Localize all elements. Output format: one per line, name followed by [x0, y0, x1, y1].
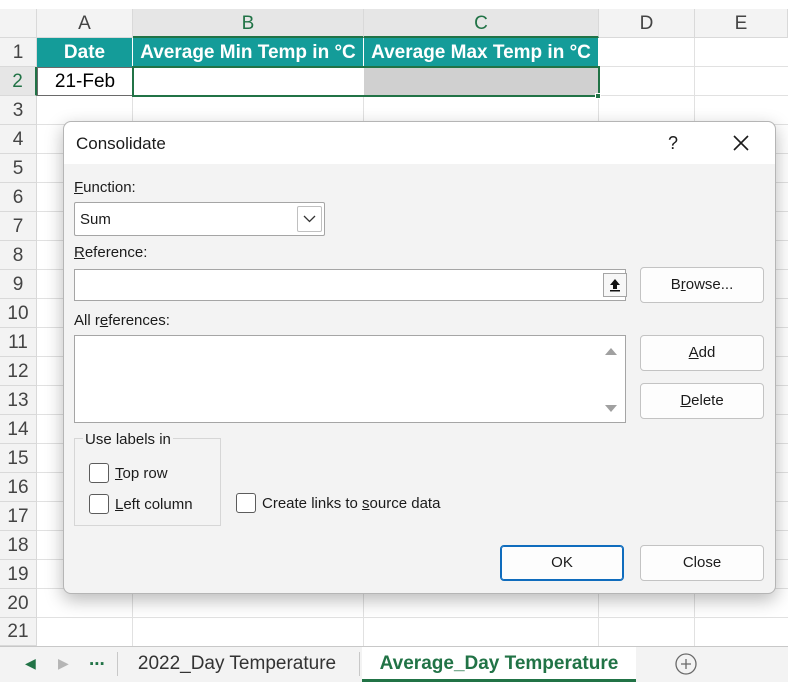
- help-button[interactable]: ?: [660, 128, 686, 158]
- ok-button[interactable]: OK: [500, 545, 624, 581]
- close-icon[interactable]: [726, 128, 756, 158]
- row-header-17[interactable]: 17: [0, 502, 37, 531]
- row-header-15[interactable]: 15: [0, 444, 37, 473]
- select-all-corner[interactable]: [0, 9, 37, 38]
- row-header-2[interactable]: 2: [0, 67, 37, 96]
- column-header-a[interactable]: A: [37, 9, 133, 38]
- row-header-21[interactable]: 21: [0, 618, 37, 646]
- tab-separator: [117, 652, 118, 676]
- consolidate-dialog: Consolidate ? Function: Sum Reference: B…: [63, 121, 776, 594]
- dialog-title-bar[interactable]: Consolidate ?: [64, 122, 775, 164]
- row-header-9[interactable]: 9: [0, 270, 37, 299]
- row-header-14[interactable]: 14: [0, 415, 37, 444]
- cell-b1[interactable]: Average Min Temp in °C: [133, 38, 364, 67]
- left-column-label[interactable]: Left column: [115, 496, 193, 513]
- fill-handle[interactable]: [595, 93, 601, 99]
- cell-c1[interactable]: Average Max Temp in °C: [364, 38, 599, 67]
- left-column-checkbox[interactable]: [89, 494, 109, 514]
- reference-label: Reference:: [74, 244, 148, 261]
- row-header-6[interactable]: 6: [0, 183, 37, 212]
- next-sheet-icon[interactable]: ▶: [58, 655, 69, 672]
- row-header-19[interactable]: 19: [0, 560, 37, 589]
- create-links-checkbox[interactable]: [236, 493, 256, 513]
- cell-a1[interactable]: Date: [37, 38, 133, 67]
- row-header-12[interactable]: 12: [0, 357, 37, 386]
- row-header-18[interactable]: 18: [0, 531, 37, 560]
- collapse-dialog-icon[interactable]: [603, 273, 627, 297]
- cell-a2[interactable]: 21-Feb: [37, 67, 133, 96]
- sheet-tab-average-day-temperature[interactable]: Average_Day Temperature: [362, 647, 636, 682]
- scroll-up-icon[interactable]: [604, 344, 618, 356]
- function-label: Function:: [74, 179, 136, 196]
- tab-separator: [359, 652, 360, 676]
- create-links-label[interactable]: Create links to source data: [262, 495, 440, 512]
- row-header-11[interactable]: 11: [0, 328, 37, 357]
- column-header-e[interactable]: E: [695, 9, 788, 38]
- use-labels-group: Use labels in Top row Left column: [74, 431, 221, 526]
- function-dropdown[interactable]: Sum: [74, 202, 325, 236]
- row-header-4[interactable]: 4: [0, 125, 37, 154]
- row-header-20[interactable]: 20: [0, 589, 37, 618]
- use-labels-title: Use labels in: [83, 431, 173, 448]
- browse-button[interactable]: Browse...: [640, 267, 764, 303]
- row-header-16[interactable]: 16: [0, 473, 37, 502]
- sheet-tab-bar: ◀ ▶ ... 2022_Day Temperature Average_Day…: [0, 646, 788, 682]
- row-header-10[interactable]: 10: [0, 299, 37, 328]
- delete-button[interactable]: Delete: [640, 383, 764, 419]
- column-header-b[interactable]: B: [133, 9, 364, 38]
- all-references-list[interactable]: [74, 335, 626, 423]
- selection-range: [132, 66, 600, 97]
- scroll-down-icon[interactable]: [604, 402, 618, 414]
- row-header-8[interactable]: 8: [0, 241, 37, 270]
- all-references-label: All references:: [74, 312, 170, 329]
- grid-line: [37, 617, 788, 618]
- chevron-down-icon[interactable]: [297, 206, 322, 232]
- add-button[interactable]: Add: [640, 335, 764, 371]
- column-header-d[interactable]: D: [599, 9, 695, 38]
- dialog-title: Consolidate: [76, 134, 166, 153]
- column-header-c[interactable]: C: [364, 9, 599, 38]
- row-header-7[interactable]: 7: [0, 212, 37, 241]
- row-header-3[interactable]: 3: [0, 96, 37, 125]
- excel-window: A B C D E 1 2 3 4 5 6 7 8 9 10 11 12 13 …: [0, 0, 788, 682]
- close-button[interactable]: Close: [640, 545, 764, 581]
- top-row-checkbox[interactable]: [89, 463, 109, 483]
- reference-input[interactable]: [74, 269, 627, 301]
- sheet-tab-2022-day-temperature[interactable]: 2022_Day Temperature: [124, 647, 350, 682]
- top-row-label[interactable]: Top row: [115, 465, 168, 482]
- row-header-5[interactable]: 5: [0, 154, 37, 183]
- add-sheet-icon[interactable]: [674, 652, 698, 676]
- more-sheets-button[interactable]: ...: [89, 649, 105, 671]
- row-header-13[interactable]: 13: [0, 386, 37, 415]
- function-value: Sum: [80, 211, 111, 228]
- prev-sheet-icon[interactable]: ◀: [25, 655, 36, 672]
- row-header-1[interactable]: 1: [0, 38, 37, 67]
